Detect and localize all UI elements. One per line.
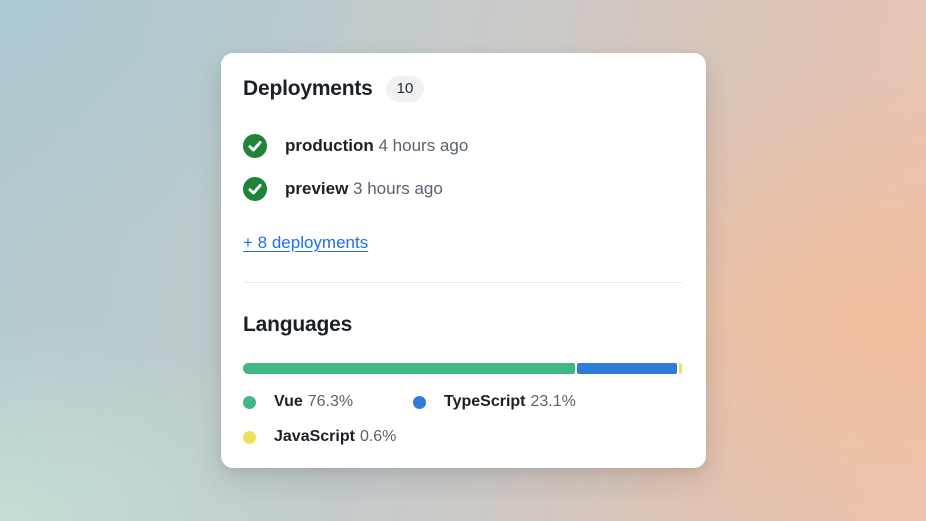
language-dot-icon [413,396,426,409]
deployment-env-name: production [285,136,374,155]
language-legend: Vue 76.3% TypeScript 23.1% JavaScript 0.6% [243,392,682,447]
deployments-list: production 4 hours ago preview 3 hours a… [243,134,682,201]
deployments-title: Deployments [243,77,373,101]
deployment-time: 3 hours ago [353,179,443,198]
deployment-time: 4 hours ago [379,136,469,155]
deployment-info: production 4 hours ago [285,136,468,156]
deployment-info: preview 3 hours ago [285,179,443,199]
language-bar-segment-vue [243,363,575,374]
legend-item: JavaScript 0.6% [243,427,413,447]
language-usage-bar [243,363,682,374]
deployment-row: production 4 hours ago [243,134,682,158]
language-bar-segment-javascript [679,363,682,374]
deployment-env-name: preview [285,179,348,198]
repo-overview-card: Deployments 10 production 4 hours ago pr… [221,53,706,468]
language-bar-segment-typescript [577,363,677,374]
success-check-icon [243,134,267,158]
language-percent: 76.3% [308,393,353,410]
deployment-row: preview 3 hours ago [243,177,682,201]
language-name: TypeScript [444,393,526,410]
language-name: Vue [274,393,303,410]
language-dot-icon [243,396,256,409]
more-deployments-link[interactable]: + 8 deployments [243,233,368,253]
languages-title: Languages [243,313,352,337]
language-percent: 23.1% [531,393,576,410]
legend-item: TypeScript 23.1% [413,392,682,412]
deployments-header: Deployments 10 [243,74,682,103]
deployments-count-badge: 10 [386,76,425,102]
success-check-icon [243,177,267,201]
legend-item: Vue 76.3% [243,392,413,412]
language-name: JavaScript [274,428,355,445]
language-dot-icon [243,431,256,444]
section-divider [243,282,682,283]
language-percent: 0.6% [360,428,396,445]
